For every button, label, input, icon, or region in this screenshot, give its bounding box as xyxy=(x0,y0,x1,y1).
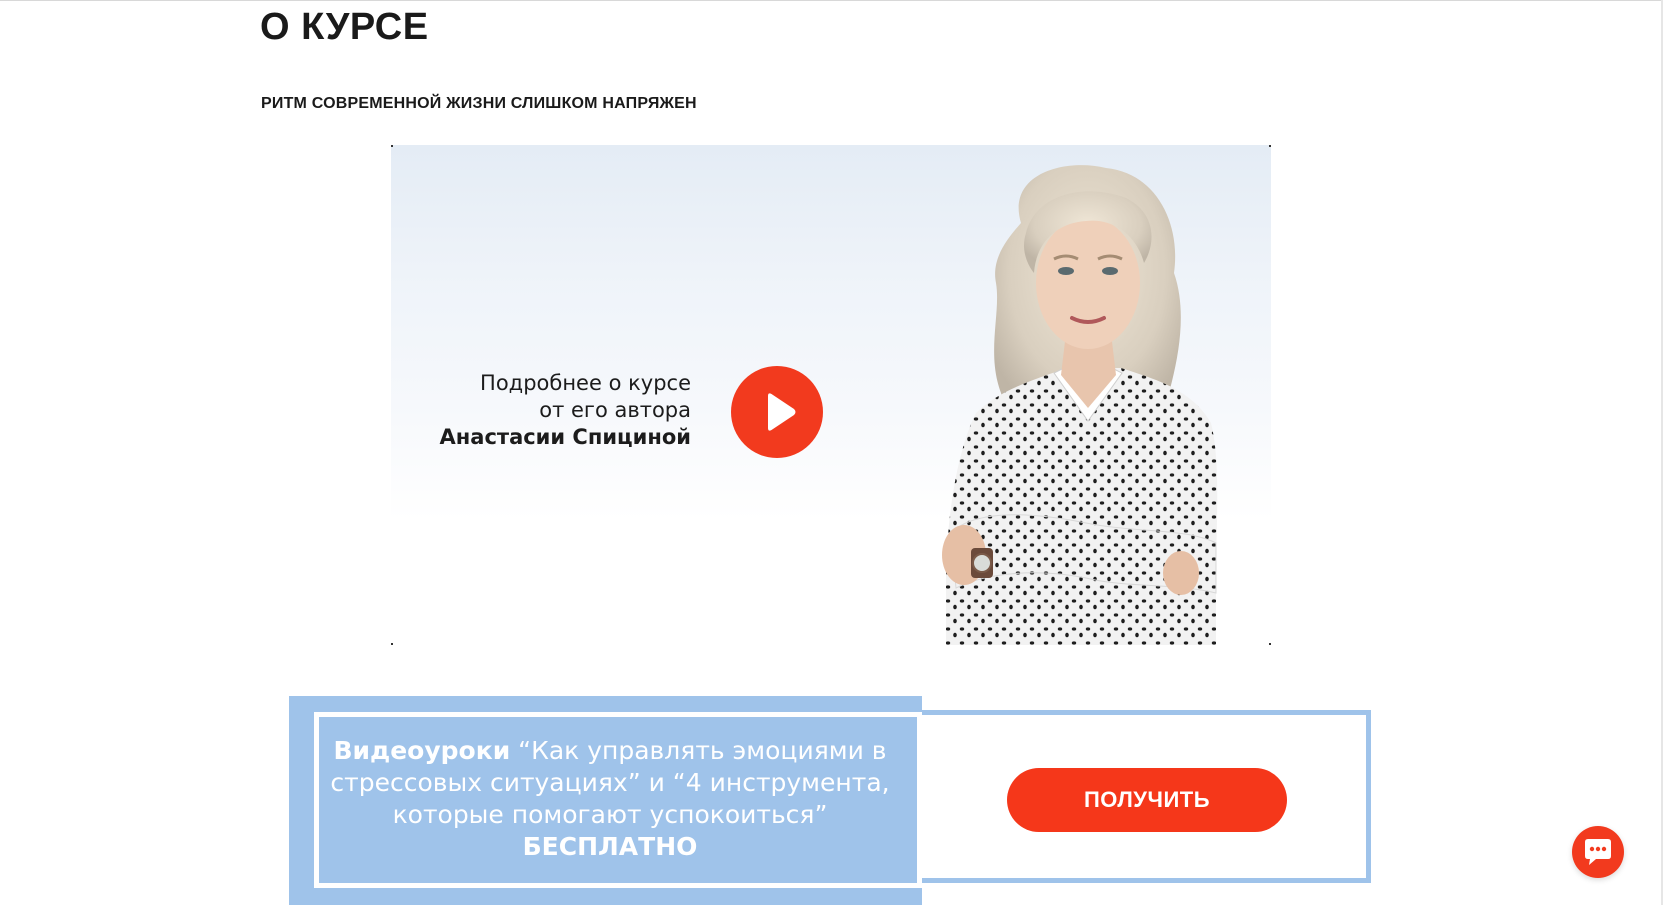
promo-bold-prefix: Видеоуроки xyxy=(333,736,511,765)
video-player[interactable]: Подробнее о курсе от его автора Анастаси… xyxy=(391,145,1271,645)
video-corner-marker xyxy=(391,145,393,147)
play-button[interactable] xyxy=(731,366,823,458)
video-caption-line: от его автора xyxy=(539,398,691,422)
section-subtitle: РИТМ СОВРЕМЕННОЙ ЖИЗНИ СЛИШКОМ НАПРЯЖЕН xyxy=(261,95,697,112)
section-title: О КУРСЕ xyxy=(260,6,429,48)
play-icon xyxy=(768,393,796,431)
video-caption-line: Подробнее о курсе xyxy=(480,371,691,395)
video-corner-marker xyxy=(1269,643,1271,645)
video-caption-author: Анастасии Спициной xyxy=(439,425,691,449)
promo-free-label: БЕСПЛАТНО xyxy=(522,832,698,861)
author-portrait-image xyxy=(942,165,1218,645)
top-divider xyxy=(0,0,1663,1)
video-caption: Подробнее о курсе от его автора Анастаси… xyxy=(391,370,691,451)
chat-button[interactable] xyxy=(1572,826,1624,878)
promo-text: Видеоуроки “Как управлять эмоциями в стр… xyxy=(325,735,895,863)
video-corner-marker xyxy=(1269,145,1271,147)
chat-icon xyxy=(1585,839,1611,865)
get-button[interactable]: ПОЛУЧИТЬ xyxy=(1007,768,1287,832)
video-corner-marker xyxy=(391,643,393,645)
